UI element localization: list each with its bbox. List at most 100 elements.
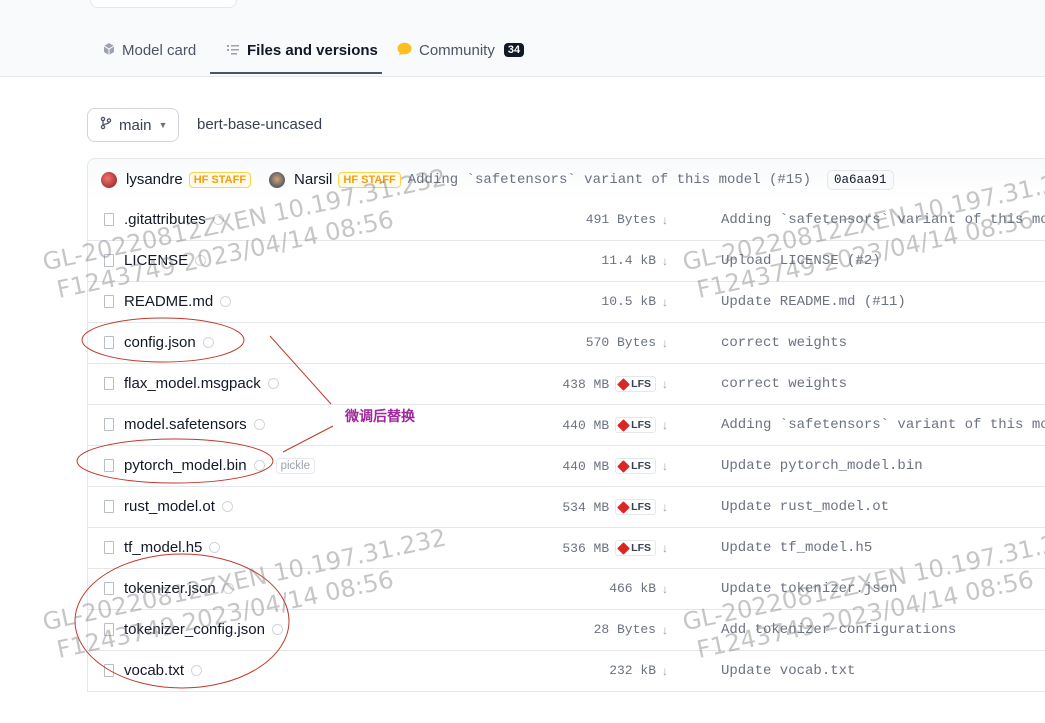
file-name-cell: LICENSE <box>124 252 207 269</box>
file-name-cell: flax_model.msgpack <box>124 375 279 392</box>
pickle-badge[interactable]: pickle <box>275 457 315 474</box>
file-icon <box>104 541 114 554</box>
file-name-cell: tf_model.h5 <box>124 539 221 556</box>
commit-author-link[interactable]: Narsil <box>294 171 332 188</box>
file-size-cell: 491 Bytes ↓ <box>586 212 668 227</box>
lfs-badge: LFS <box>615 499 656 515</box>
download-icon[interactable]: ↓ <box>662 664 668 678</box>
file-icon <box>104 500 114 513</box>
file-name-cell: .gitattributes <box>124 211 224 228</box>
file-commit-message-link[interactable]: Update README.md (#11) <box>721 294 906 310</box>
annotation-note: 微调后替换 <box>345 408 415 424</box>
download-icon[interactable]: ↓ <box>662 500 668 514</box>
file-commit-message-link[interactable]: Adding `safetensors` variant of this mo <box>721 417 1045 433</box>
file-size-cell: 570 Bytes ↓ <box>586 335 668 350</box>
repo-name: bert-base-uncased <box>197 116 323 133</box>
file-name-link[interactable]: tokenizer_config.json <box>124 621 265 638</box>
file-name-cell: config.json <box>124 334 214 351</box>
lfs-badge: LFS <box>615 417 656 433</box>
file-name-link[interactable]: vocab.txt <box>124 662 184 679</box>
file-name-link[interactable]: flax_model.msgpack <box>124 375 261 392</box>
file-commit-message-link[interactable]: Update rust_model.ot <box>721 499 889 515</box>
file-commit-message-link[interactable]: Update tokenizer.json <box>721 581 897 597</box>
model-header-card <box>90 0 237 8</box>
last-commit-bar: lysandre HF STAFF Narsil HF STAFF Adding… <box>87 158 1045 200</box>
safe-check-icon <box>271 624 283 635</box>
tab-files-and-versions[interactable]: Files and versions <box>210 42 382 74</box>
file-commit-message-link[interactable]: Adding `safetensors` variant of this mo <box>721 212 1045 228</box>
file-name-cell: tokenizer_config.json <box>124 621 283 638</box>
safe-check-icon <box>220 296 232 307</box>
download-icon[interactable]: ↓ <box>662 336 668 350</box>
lfs-badge: LFS <box>615 458 656 474</box>
chat-bubble-icon <box>397 42 412 60</box>
file-size-cell: 440 MB LFS ↓ <box>562 417 668 433</box>
file-row: README.md 10.5 kB ↓ Update README.md (#11) <box>88 282 1045 323</box>
safe-check-icon <box>221 501 233 512</box>
commit-hash-link[interactable]: 0a6aa91 <box>827 169 894 190</box>
download-icon[interactable]: ↓ <box>662 623 668 637</box>
file-size: 491 Bytes <box>585 212 656 227</box>
safe-check-icon <box>202 337 214 348</box>
safe-check-icon <box>222 583 234 594</box>
file-size-cell: 534 MB LFS ↓ <box>562 499 668 515</box>
staff-badge: HF STAFF <box>188 171 252 188</box>
safe-check-icon <box>267 378 279 389</box>
file-name-link[interactable]: README.md <box>124 293 213 310</box>
file-commit-message-link[interactable]: Update tf_model.h5 <box>721 540 872 556</box>
file-name-link[interactable]: pytorch_model.bin <box>124 457 247 474</box>
tab-label: Model card <box>122 42 197 59</box>
file-row: tokenizer_config.json 28 Bytes ↓ Add tokeni… <box>88 610 1045 651</box>
file-name-link[interactable]: rust_model.ot <box>124 498 215 515</box>
file-name-link[interactable]: model.safetensors <box>124 416 247 433</box>
file-size: 28 Bytes <box>593 622 656 637</box>
file-name-cell: rust_model.ot <box>124 498 233 515</box>
file-name-cell: pytorch_model.bin pickle <box>124 457 315 474</box>
file-row: pytorch_model.bin pickle 440 MB LFS ↓ Update … <box>88 446 1045 487</box>
file-row: config.json 570 Bytes ↓ correct weights <box>88 323 1045 364</box>
chevron-down-icon: ▼ <box>158 120 168 130</box>
list-icon <box>226 42 240 60</box>
file-size: 536 MB <box>562 540 610 556</box>
file-size: 438 MB <box>562 376 610 392</box>
file-commit-message-link[interactable]: Upload LICENSE (#2) <box>721 253 881 269</box>
file-commit-message-link[interactable]: correct weights <box>721 335 847 351</box>
download-icon[interactable]: ↓ <box>662 254 668 268</box>
file-name-link[interactable]: LICENSE <box>124 252 188 269</box>
file-commit-message-link[interactable]: Add tokenizer configurations <box>721 622 956 638</box>
lfs-icon <box>617 459 631 473</box>
download-icon[interactable]: ↓ <box>662 541 668 555</box>
file-commit-message-link[interactable]: correct weights <box>721 376 847 392</box>
tab-community[interactable]: Community 34 <box>397 42 525 76</box>
file-row: tf_model.h5 536 MB LFS ↓ Update tf_model.h5 <box>88 528 1045 569</box>
file-size-cell: 536 MB LFS ↓ <box>562 540 668 556</box>
branch-selector[interactable]: main ▼ <box>87 108 179 142</box>
file-size: 232 kB <box>609 663 656 678</box>
file-name-link[interactable]: tf_model.h5 <box>124 539 202 556</box>
file-name-link[interactable]: config.json <box>124 334 196 351</box>
file-icon <box>104 582 114 595</box>
download-icon[interactable]: ↓ <box>662 213 668 227</box>
download-icon[interactable]: ↓ <box>662 459 668 473</box>
download-icon[interactable]: ↓ <box>662 418 668 432</box>
file-name-cell: README.md <box>124 293 232 310</box>
download-icon[interactable]: ↓ <box>662 377 668 391</box>
file-size-cell: 11.4 kB ↓ <box>601 253 668 268</box>
file-size-cell: 440 MB LFS ↓ <box>562 458 668 474</box>
file-commit-message-link[interactable]: Update pytorch_model.bin <box>721 458 923 474</box>
file-name-link[interactable]: .gitattributes <box>124 211 206 228</box>
file-commit-message-link[interactable]: Update vocab.txt <box>721 663 855 679</box>
file-size-cell: 438 MB LFS ↓ <box>562 376 668 392</box>
file-name-link[interactable]: tokenizer.json <box>124 580 216 597</box>
avatar <box>269 171 286 188</box>
file-icon <box>104 418 114 431</box>
branch-label: main <box>119 116 152 134</box>
download-icon[interactable]: ↓ <box>662 295 668 309</box>
commit-message-link[interactable]: Adding `safetensors` variant of this mod… <box>408 172 811 188</box>
avatar <box>101 171 117 188</box>
tab-model-card[interactable]: Model card <box>103 42 196 76</box>
file-icon <box>104 623 114 636</box>
download-icon[interactable]: ↓ <box>662 582 668 596</box>
file-row: vocab.txt 232 kB ↓ Update vocab.txt <box>88 651 1045 692</box>
commit-author-link[interactable]: lysandre <box>126 171 183 188</box>
